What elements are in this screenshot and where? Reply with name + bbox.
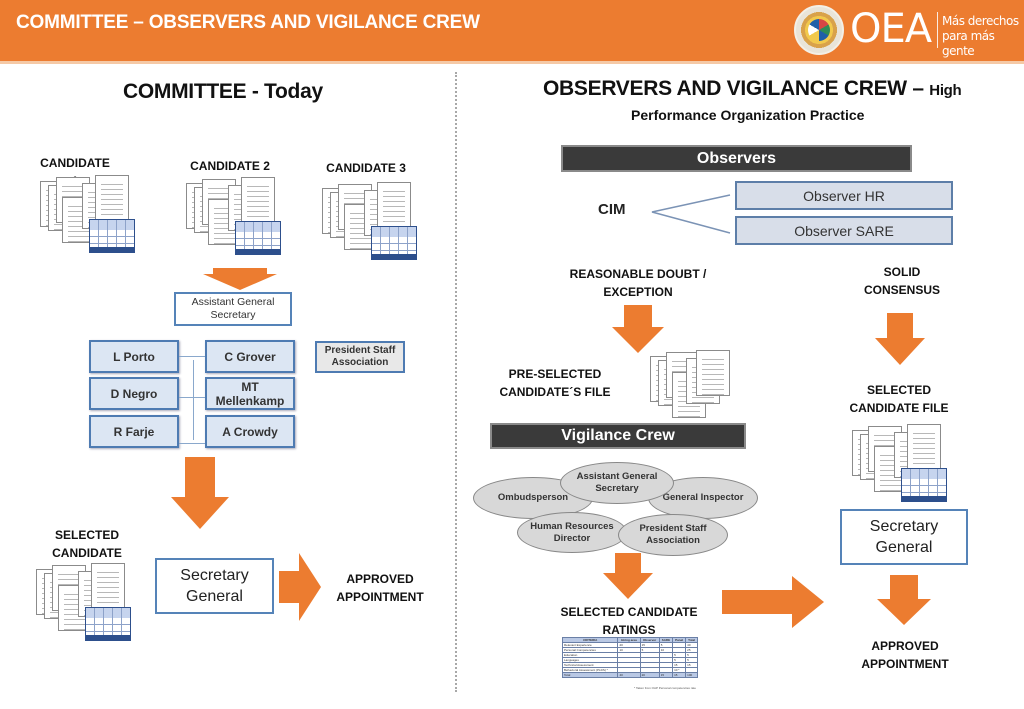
reasonable-doubt-label: REASONABLE DOUBT / EXCEPTION <box>569 267 707 299</box>
arrow-down-icon <box>875 313 925 365</box>
table-cell: 15 <box>658 672 674 678</box>
secretary-general-box-right: Secretary General <box>840 509 968 565</box>
table-cell: 40 <box>617 672 641 678</box>
approved-appointment-label-right: APPROVED APPOINTMENT <box>861 639 949 671</box>
member-a-crowdy: A Crowdy <box>205 415 295 448</box>
table-cell: Total <box>561 672 619 678</box>
slogan-line-1: Más derechos <box>942 14 1019 28</box>
seal-flags-icon <box>808 19 830 41</box>
crew-hr-director: Human Resources Director <box>517 512 627 553</box>
observer-hr-box: Observer HR <box>735 181 953 210</box>
member-d-negro: D Negro <box>89 377 179 410</box>
observer-sare-box: Observer SARE <box>735 216 953 245</box>
slogan: Más derechos para más gente <box>942 14 1024 59</box>
candidate-2-file-icon <box>186 177 281 255</box>
slogan-line-2: para más gente <box>942 29 995 58</box>
logo-separator <box>937 12 938 48</box>
candidate-3-label: CANDIDATE 3 <box>326 161 406 175</box>
connector-line <box>179 356 205 357</box>
observers-heading-main: OBSERVERS AND VIGILANCE CREW – <box>543 77 924 100</box>
candidate-3-file-icon <box>322 182 417 260</box>
connector-line <box>179 443 205 444</box>
cim-label: CIM <box>598 201 626 218</box>
crew-president-staff-association: President Staff Association <box>618 514 728 556</box>
observers-subheading: Performance Organization Practice <box>631 107 865 123</box>
arrow-down-icon <box>203 268 277 290</box>
pre-selected-file-icon <box>650 350 730 428</box>
approved-appointment-label: APPROVED APPOINTMENT <box>336 572 424 604</box>
observers-heading-high: High <box>929 82 962 99</box>
member-r-farje: R Farje <box>89 415 179 448</box>
pre-selected-file-label: PRE-SELECTED CANDIDATE´S FILE <box>499 367 611 399</box>
selected-candidate-label: SELECTED CANDIDATE <box>52 528 122 560</box>
oas-seal-icon <box>794 5 844 55</box>
candidate-ratings-table: CRITERIA Hiring area Observer SARE Panel… <box>561 637 698 678</box>
table-cell: 100 <box>685 672 698 678</box>
member-mt-mellenkamp: MT Mellenkamp <box>205 377 295 410</box>
assistant-general-secretary-box: Assistant General Secretary <box>174 292 292 326</box>
crew-assistant-general-secretary: Assistant General Secretary <box>560 462 674 504</box>
arrow-right-icon <box>279 553 321 621</box>
ratings-table-note: * Taken from OAP Personal competencies r… <box>634 686 696 690</box>
vigilance-crew-bar: Vigilance Crew <box>490 423 746 449</box>
table-cell: 20 <box>639 672 660 678</box>
secretary-general-box: Secretary General <box>155 558 274 614</box>
arrow-down-icon <box>171 457 229 529</box>
arrow-down-icon <box>612 305 664 353</box>
oea-logo: OEA <box>850 6 932 52</box>
section-divider <box>455 72 457 692</box>
cim-branch-lines <box>651 194 731 234</box>
arrow-down-icon <box>877 575 931 625</box>
member-l-porto: L Porto <box>89 340 179 373</box>
table-total-row: Total 40 20 15 15 100 <box>561 672 698 678</box>
selected-candidate-file-label: SELECTED CANDIDATE FILE <box>849 383 949 415</box>
slide-title: COMMITTEE – OBSERVERS AND VIGILANCE CREW <box>16 12 480 33</box>
member-c-grover: C Grover <box>205 340 295 373</box>
solid-consensus-label: SOLID CONSENSUS <box>863 265 940 297</box>
observers-heading: OBSERVERS AND VIGILANCE CREW – High <box>543 77 962 101</box>
selected-candidate-ratings-label: SELECTED CANDIDATE RATINGS <box>560 605 698 637</box>
president-staff-association-box: President Staff Association <box>315 341 405 373</box>
candidate-1-file-icon <box>40 175 135 253</box>
arrow-right-icon <box>722 576 824 628</box>
selected-candidate-file-icon <box>852 424 947 502</box>
table-cell: 15 <box>672 672 687 678</box>
table-header-row: CRITERIA Hiring area Observer SARE Panel… <box>561 637 698 643</box>
connector-line <box>193 360 194 440</box>
table-header: Hiring area <box>617 637 641 643</box>
connector-line <box>179 397 205 398</box>
selected-candidate-file-icon <box>36 563 131 641</box>
observers-bar: Observers <box>561 145 912 172</box>
candidate-2-label: CANDIDATE 2 <box>190 159 270 173</box>
committee-heading: COMMITTEE - Today <box>123 80 323 103</box>
arrow-down-icon <box>603 553 653 599</box>
